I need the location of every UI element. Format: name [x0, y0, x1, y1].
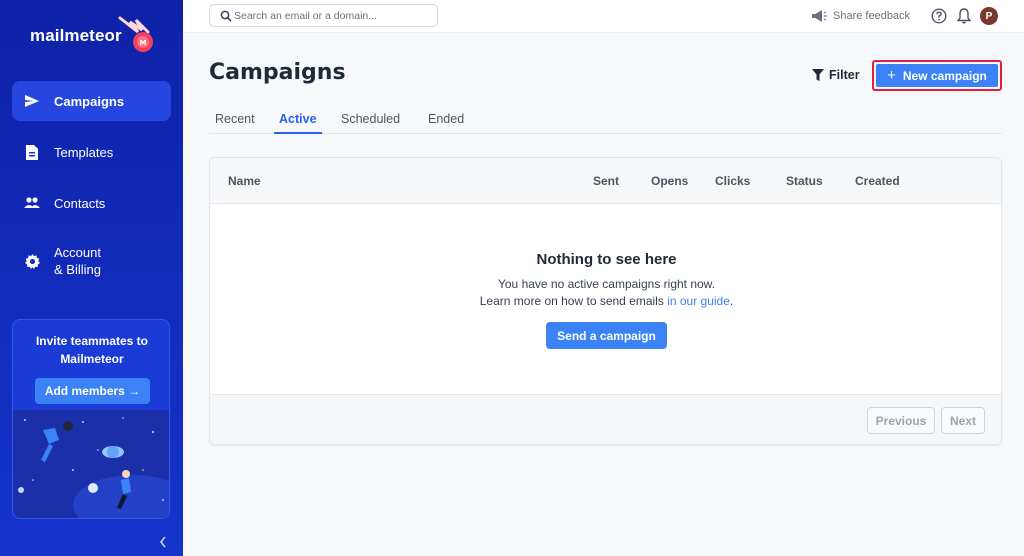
column-opens[interactable]: Opens: [651, 174, 688, 188]
empty-state-guide-line: Learn more on how to send emails in our …: [210, 294, 1001, 308]
column-status[interactable]: Status: [786, 174, 823, 188]
help-icon[interactable]: [931, 8, 947, 24]
new-campaign-button[interactable]: + New campaign: [872, 60, 1002, 91]
topbar: Share feedback P: [183, 0, 1024, 33]
account-label-line1: Account & Billing: [54, 245, 101, 277]
column-created[interactable]: Created: [855, 174, 900, 188]
tab-ended[interactable]: Ended: [428, 112, 464, 134]
guide-link[interactable]: in our guide: [667, 294, 730, 308]
column-name[interactable]: Name: [228, 174, 261, 188]
people-icon: [24, 195, 40, 211]
megaphone-icon: [812, 10, 827, 22]
campaigns-table: Name Sent Opens Clicks Status Created No…: [209, 157, 1002, 445]
guide-suffix: .: [729, 294, 734, 308]
page-title: Campaigns: [209, 60, 346, 85]
svg-text:M: M: [140, 39, 147, 47]
send-icon: [24, 93, 40, 109]
sidebar-item-label: Templates: [54, 144, 114, 160]
tab-scheduled[interactable]: Scheduled: [341, 112, 400, 134]
table-header: Name Sent Opens Clicks Status Created: [210, 158, 1001, 204]
invite-title: Invite teammates to Mailmeteor: [35, 334, 149, 366]
sidebar-item-label: Campaigns: [54, 93, 125, 109]
meteor-logo-icon: M: [118, 16, 153, 52]
space-illustration-icon: [13, 410, 169, 518]
search-box[interactable]: [209, 4, 438, 27]
next-page-button[interactable]: Next: [941, 407, 985, 434]
column-sent[interactable]: Sent: [593, 174, 619, 188]
document-icon: [24, 144, 40, 160]
invite-card: Invite teammates to Mailmeteor Add membe…: [12, 319, 170, 519]
share-feedback-label: Share feedback: [833, 10, 911, 22]
tab-recent[interactable]: Recent: [215, 112, 255, 134]
new-campaign-label: New campaign: [902, 68, 987, 83]
gear-icon: [24, 253, 40, 269]
search-icon: [220, 10, 232, 22]
add-members-button[interactable]: Add members →: [35, 378, 150, 404]
tab-active[interactable]: Active: [274, 112, 322, 134]
filter-button[interactable]: Filter: [812, 65, 860, 85]
guide-prefix: Learn more on how to send emails: [479, 294, 668, 308]
share-feedback-button[interactable]: Share feedback: [811, 9, 910, 23]
search-input[interactable]: [234, 7, 434, 24]
sidebar-item-campaigns[interactable]: Campaigns: [12, 81, 171, 121]
bell-icon[interactable]: [957, 8, 971, 24]
sidebar-item-label: Contacts: [54, 195, 106, 211]
empty-state-title: Nothing to see here: [536, 251, 677, 268]
avatar[interactable]: P: [980, 7, 998, 25]
chevron-left-icon[interactable]: [159, 536, 171, 550]
sidebar-item-label: Account & Billing: [54, 244, 101, 278]
plus-icon: +: [887, 67, 896, 84]
sidebar: mailmeteor M Campaigns Templates Contact…: [0, 0, 183, 556]
sidebar-item-account-billing[interactable]: Account & Billing: [12, 240, 171, 282]
table-pagination: Previous Next: [210, 394, 1001, 444]
campaign-tabs: Recent Active Scheduled Ended: [209, 110, 1002, 134]
filter-label: Filter: [829, 68, 860, 82]
empty-state-message: You have no active campaigns right now.: [497, 277, 716, 291]
app-logo[interactable]: mailmeteor: [30, 26, 122, 46]
sidebar-item-templates[interactable]: Templates: [12, 132, 171, 172]
filter-icon: [812, 69, 824, 81]
sidebar-item-contacts[interactable]: Contacts: [12, 183, 171, 223]
send-campaign-button[interactable]: Send a campaign: [546, 322, 667, 349]
column-clicks[interactable]: Clicks: [715, 174, 750, 188]
previous-page-button[interactable]: Previous: [867, 407, 935, 434]
